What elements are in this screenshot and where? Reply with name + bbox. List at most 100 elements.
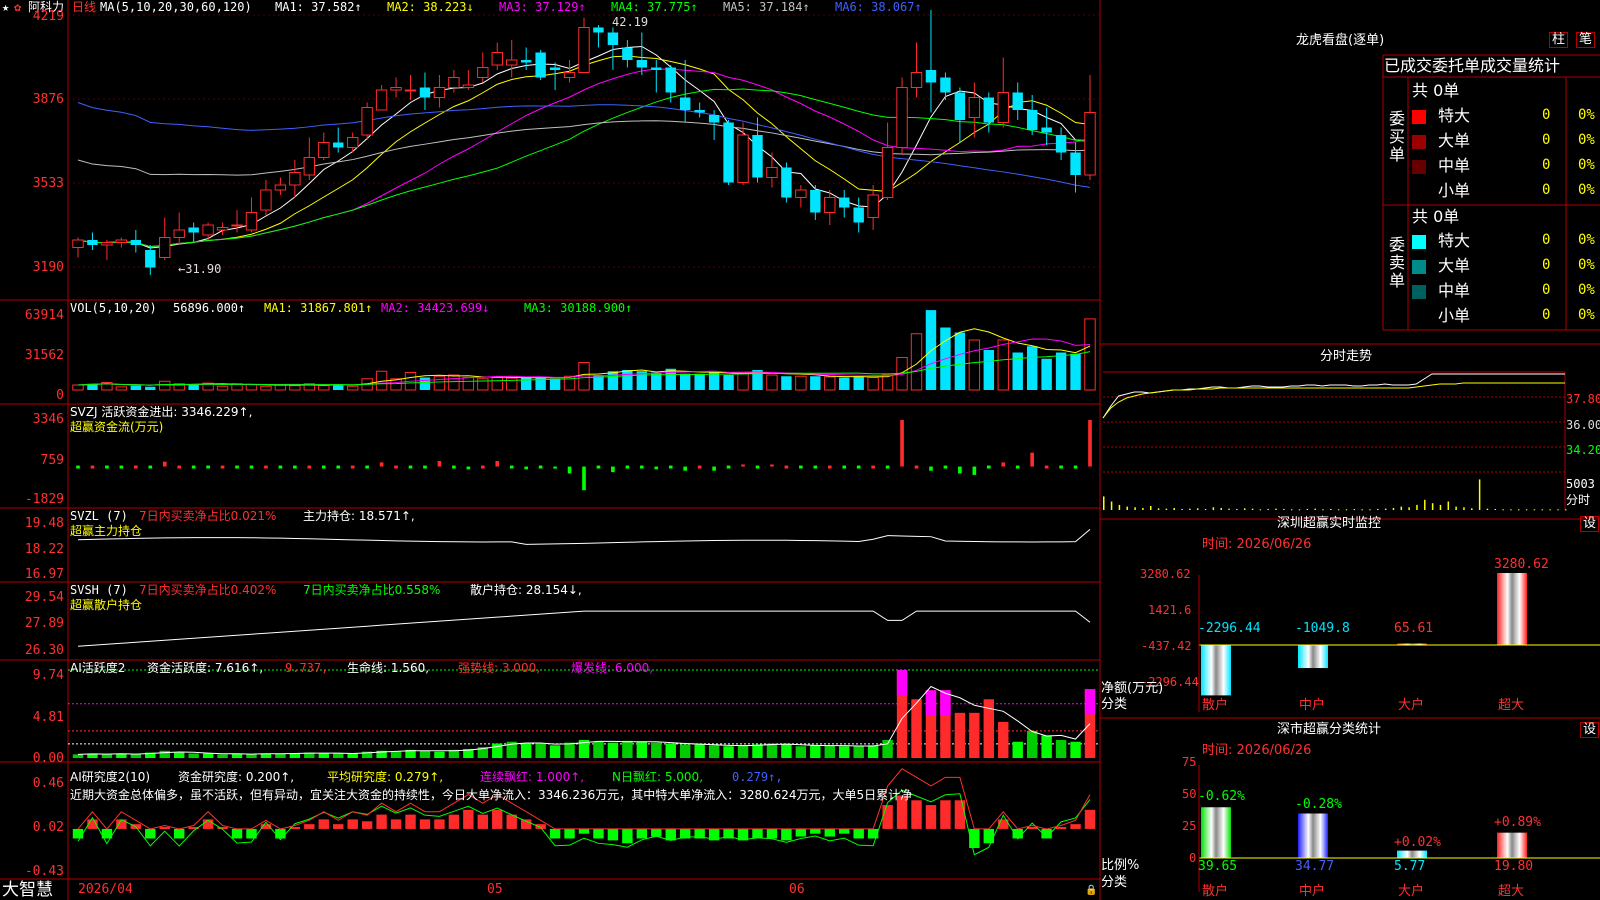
sz-monitor-settings-button[interactable]: 设: [1580, 516, 1600, 532]
sz-class-category: 大户: [1398, 884, 1425, 899]
sz-class-bar: [1298, 813, 1328, 858]
intraday-volume-bar: [1478, 479, 1481, 510]
candle-body-up: [260, 189, 272, 211]
sz-class-tick: 50: [1182, 787, 1197, 801]
candle-body-up: [115, 239, 128, 243]
tab-orders[interactable]: 委托单: [1432, 57, 1480, 75]
svzj-dot: [235, 465, 239, 469]
ai-active-title: AI活跃度2: [70, 661, 126, 675]
candle-body-down: [1041, 127, 1052, 133]
volume-bar-down: [520, 376, 532, 390]
ai-active-bar: [853, 746, 864, 758]
ai-active-bar: [390, 751, 402, 758]
sz-class-bar: [1201, 807, 1231, 858]
intraday-volume-bar: [1142, 507, 1144, 510]
ai-active-bar: [1041, 735, 1052, 758]
lock-icon[interactable]: 🔒: [1085, 884, 1097, 898]
svzl-holding: 主力持仓: 18.571↑,: [303, 509, 415, 523]
svzj-dot: [336, 465, 341, 469]
ai-research-bar: [463, 809, 474, 829]
candle-body-down: [636, 60, 648, 68]
sz-monitor-time: 时间: 2026/06/26: [1202, 537, 1312, 552]
svzj-dot: [871, 465, 875, 469]
candle-body-down: [781, 167, 792, 198]
candle-body-up: [462, 84, 475, 88]
ai-research-bar: [824, 828, 835, 837]
svsh-header: SVSH (7): [70, 583, 128, 597]
svzj-dot: [856, 465, 861, 469]
main-chart-svg: [0, 0, 1600, 900]
sell-row-count: 0: [1542, 232, 1551, 248]
svsh-holding: 散户持仓: 28.154↓,: [470, 583, 582, 597]
volume-bar-down: [708, 372, 720, 390]
svzj-bar: [495, 460, 500, 467]
sz-monitor-tick: 1421.6: [1148, 603, 1192, 617]
svzj-dot: [423, 465, 427, 469]
vol-tick: 31562: [24, 348, 64, 363]
intraday-volume-bar: [1463, 507, 1465, 510]
ai-research-bar: [448, 814, 460, 829]
ai-research-bar: [911, 800, 922, 829]
svzj-dot: [177, 465, 182, 469]
ai-research-bar: [419, 819, 431, 829]
sell-row-swatch: [1412, 260, 1426, 274]
intraday-volume-bar: [1149, 505, 1152, 510]
ma3-line: [77, 68, 1091, 248]
svsh-tick: 27.89: [24, 616, 64, 631]
ai-active-bar: [969, 712, 980, 758]
period-label[interactable]: 日线: [72, 0, 96, 14]
ai-research-bar: [477, 814, 489, 829]
intraday-avg-line: [1102, 382, 1565, 419]
volume-bar-up: [910, 333, 923, 391]
intraday-volume-bar: [1330, 508, 1332, 510]
intraday-volume-bar: [1557, 509, 1559, 511]
tab-volume-stats[interactable]: 成交量统计: [1480, 57, 1560, 75]
ai-research-bar: [116, 819, 127, 829]
sz-class-settings-button[interactable]: 设: [1580, 722, 1600, 738]
intraday-volume-bar: [1392, 507, 1395, 510]
intraday-volume-bar: [1228, 508, 1230, 510]
ma4-line: [77, 88, 1091, 248]
intraday-volume-bar: [1306, 508, 1309, 510]
volume-bar-down: [622, 370, 633, 390]
svzj-bar: [162, 461, 167, 467]
ai-research-val2: 0.279↑,: [732, 770, 783, 784]
sz-class-change-label: -0.28%: [1295, 797, 1342, 812]
ai-research-bar: [376, 814, 387, 829]
svzj-bar: [741, 464, 745, 467]
volume-bar-up: [997, 339, 1009, 391]
candle-body-up: [563, 72, 576, 78]
candle-body-down: [130, 240, 142, 245]
ai-active-bar: [347, 753, 358, 758]
svzl-sub: 超赢主力持仓: [70, 524, 143, 538]
ai-active-bar: [824, 745, 835, 758]
ai-active-value: 资金活跃度: 7.616↑,: [147, 661, 264, 675]
svzj-dot: [148, 465, 153, 469]
sz-class-bar: [1397, 850, 1427, 858]
ai-active-bar: [333, 753, 344, 758]
sz-class-change-label: +0.02%: [1394, 835, 1441, 850]
ai-active-bar: [593, 741, 604, 758]
ai-active-bar: [867, 745, 879, 758]
svzl-ratio: 7日内买卖净占比0.021%: [139, 509, 277, 523]
sell-row-pct: 0%: [1578, 307, 1595, 323]
candle-body-down: [954, 92, 966, 120]
svzl-line: [77, 529, 1091, 545]
svzj-dot: [914, 465, 919, 469]
svzj-header: SVZJ 活跃资金进出: 3346.229↑,: [70, 405, 253, 419]
intraday-volume-bar: [1533, 509, 1536, 511]
tab-traded[interactable]: 已成交: [1384, 57, 1432, 75]
ai-research-bar: [636, 828, 648, 839]
svsh-ratio-b: 7日内买卖净占比0.558%: [303, 583, 441, 597]
svzj-bar: [553, 466, 557, 469]
sell-row-pct: 0%: [1578, 232, 1595, 248]
bar-view-button[interactable]: 柱: [1549, 32, 1569, 48]
candle-body-up: [448, 77, 460, 88]
buy-row-pct: 0%: [1578, 107, 1595, 123]
tick-view-button[interactable]: 笔: [1576, 32, 1596, 48]
ai-research-bar: [882, 805, 893, 829]
candle-body-up: [390, 87, 402, 91]
ai-active-bar: [622, 740, 633, 758]
sz-class-change-label: +0.89%: [1494, 815, 1541, 830]
sz-monitor-xlabel: 分类: [1101, 697, 1128, 712]
